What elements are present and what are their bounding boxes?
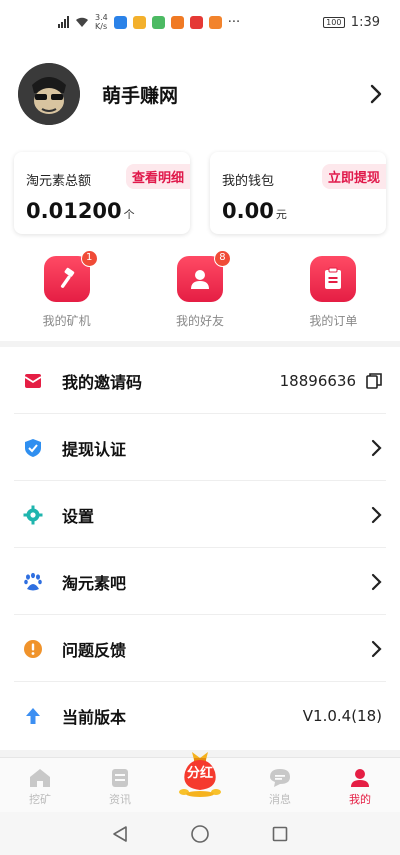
badge: 8 [213,250,231,267]
notification-app-icon-3 [151,15,165,29]
gear-icon [22,504,44,526]
balance-cards: 淘元素总额 查看明细 0.01200 个 我的钱包 立即提现 0.00 元 [0,144,400,244]
status-right: 100 1:39 [322,14,380,30]
menu-right: V1.0.4(18) [303,707,382,725]
card-value: 0.00 元 [222,199,287,223]
copy-icon[interactable] [366,372,382,389]
notification-app-icon-5 [189,15,203,29]
tab-label: 我的 [349,793,371,806]
back-icon[interactable] [112,825,128,843]
status-bar: 3.4 K/s ··· 100 1:39 [0,0,400,44]
menu-right [371,439,382,457]
menu-item-forum[interactable]: 淘元素吧 [0,548,400,615]
menu-item-version: 当前版本 V1.0.4(18) [0,682,400,749]
badge: 1 [80,250,98,267]
home-icon [30,769,50,787]
chevron-right-icon [371,506,382,523]
profile-header[interactable]: 萌手赚网 [0,44,400,144]
tab-label: 分红 [186,766,213,781]
menu-label: 设置 [62,506,95,526]
money-bag-icon: 分红 [175,746,225,798]
menu-right: 18896636 [280,372,382,390]
card-unit: 元 [275,208,287,221]
menu-item-feedback[interactable]: 问题反馈 [0,615,400,682]
tab-dividends[interactable]: 分红 [160,752,240,812]
tab-mine[interactable]: 我的 [320,758,400,812]
menu-label: 提现认证 [62,439,127,459]
tab-news[interactable]: 资讯 [80,758,160,812]
notification-app-icon-6 [208,15,222,29]
avatar[interactable] [18,63,80,125]
wallet-card: 我的钱包 立即提现 0.00 元 [210,152,386,234]
menu-right [371,573,382,591]
invite-code-value: 18896636 [279,371,356,390]
wifi-icon [76,17,88,27]
network-speed: 3.4 K/s [95,13,108,31]
system-navigation-bar [0,812,400,855]
profile-icon [351,769,369,787]
notification-app-icon-2 [132,15,146,29]
menu-label: 我的邀请码 [62,372,143,392]
tab-label: 资讯 [109,793,131,806]
home-button-icon[interactable] [190,824,210,844]
qa-label: 我的矿机 [42,314,91,328]
avatar-image [18,63,80,125]
hammer-icon: 1 [43,250,98,302]
chevron-right-icon [371,640,382,657]
menu-right [371,506,382,524]
profile-name: 萌手赚网 [102,84,179,107]
paw-icon [22,571,44,593]
menu-label: 淘元素吧 [62,573,127,593]
qa-label: 我的订单 [309,314,358,328]
envelope-icon [22,370,44,392]
chevron-right-icon [371,573,382,590]
my-miners-button[interactable]: 1 我的矿机 [0,244,133,341]
notification-app-icon-4 [170,15,184,29]
news-icon [112,769,128,787]
chat-icon [270,769,290,787]
view-details-button[interactable]: 查看明细 [125,164,190,189]
user-icon: 8 [176,250,231,302]
total-elements-card: 淘元素总额 查看明细 0.01200 个 [14,152,190,234]
menu-label: 当前版本 [62,707,127,727]
menu-right [371,640,382,658]
arrow-up-icon [22,705,44,727]
version-value: V1.0.4(18) [302,706,382,725]
tab-label: 挖矿 [29,793,51,806]
tab-mining[interactable]: 挖矿 [0,758,80,812]
menu-item-withdraw-verification[interactable]: 提现认证 [0,414,400,481]
chevron-right-icon[interactable] [370,84,382,104]
menu-item-settings[interactable]: 设置 [0,481,400,548]
withdraw-now-button[interactable]: 立即提现 [321,164,386,189]
bottom-tab-bar: 挖矿 资讯 分红 消息 我的 [0,752,400,812]
my-friends-button[interactable]: 8 我的好友 [133,244,266,341]
status-left: 3.4 K/s ··· [58,13,240,31]
notification-app-icon-1 [113,15,127,29]
menu-item-invite-code[interactable]: 我的邀请码 18896636 [0,347,400,414]
card-unit: 个 [123,208,135,221]
quick-actions: 1 我的矿机 8 我的好友 我的订单 [0,244,400,341]
chevron-right-icon [371,439,382,456]
battery-icon: 100 [322,16,345,28]
shield-check-icon [22,437,44,459]
tab-label: 消息 [269,793,291,806]
qa-label: 我的好友 [175,314,224,328]
settings-menu: 我的邀请码 18896636 提现认证 设置 淘元素吧 问题反馈 当前版本 V1… [0,347,400,750]
clipboard-icon [310,256,357,302]
more-notifications: ··· [227,14,241,30]
tab-messages[interactable]: 消息 [240,758,320,812]
alert-circle-icon [22,638,44,660]
recents-icon[interactable] [272,826,288,842]
card-value: 0.01200 个 [26,199,135,223]
menu-label: 问题反馈 [62,640,127,660]
signal-icon [58,16,69,28]
clock: 1:39 [350,14,380,30]
my-orders-button[interactable]: 我的订单 [267,244,400,341]
